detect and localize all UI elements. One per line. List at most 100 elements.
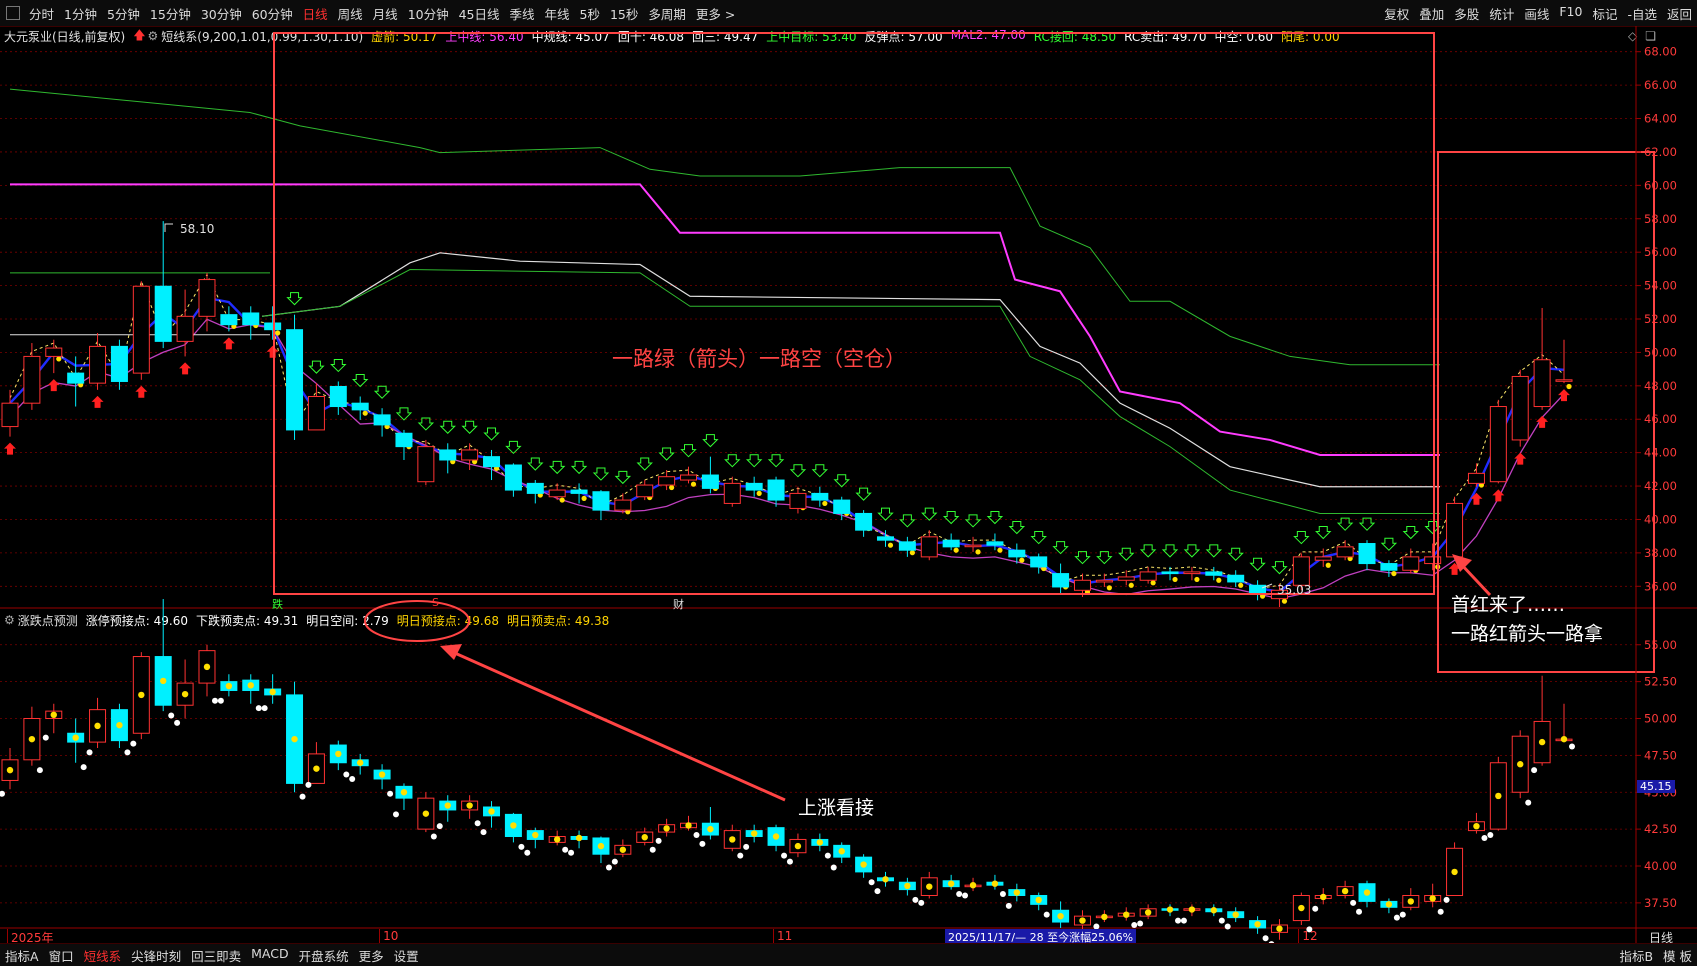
forecast-buy-dot: [619, 846, 627, 853]
sell-arrow-icon: [527, 457, 544, 471]
candle-body: [1511, 375, 1529, 441]
forecast-sell-dot: [1531, 767, 1538, 774]
candle-body: [811, 492, 829, 501]
forecast-sell-dot: [1218, 917, 1225, 924]
candle-body: [45, 347, 63, 357]
signal-dot: [997, 547, 1003, 553]
candle-body: [636, 484, 654, 498]
forecast-sell-dot: [299, 793, 306, 800]
buy-arrow-icon: [1536, 415, 1549, 428]
lower-band-line: [261, 269, 1440, 514]
bottom-tab-1[interactable]: 窗口: [44, 946, 79, 965]
bottom-tab-8[interactable]: 设置: [389, 946, 424, 965]
forecast-buy-dot: [1079, 917, 1086, 924]
candle-body: [176, 315, 194, 342]
signal-dot: [1325, 562, 1331, 568]
sub-candles: [0, 599, 1575, 943]
candle-body: [1489, 406, 1507, 483]
forecast-sell-dot: [261, 705, 268, 712]
candle-body: [132, 285, 150, 374]
candle-body: [154, 285, 172, 342]
axis-label: 37.50: [1644, 896, 1677, 910]
sell-arrow-icon: [702, 434, 719, 448]
axis-label: 50.00: [1644, 345, 1677, 359]
candle-body: [570, 489, 588, 494]
forecast-buy-dot: [575, 834, 583, 842]
sell-arrow-icon: [942, 510, 960, 525]
candle-body: [658, 476, 676, 486]
bottom-tab-2[interactable]: 短线系: [79, 946, 127, 965]
forecast-sell-dot: [42, 734, 49, 741]
candles: [1, 221, 1573, 607]
forecast-sell-dot: [430, 833, 437, 840]
sell-arrow-icon: [877, 507, 894, 521]
forecast-buy-dot: [1035, 896, 1042, 904]
candle-body: [789, 492, 807, 509]
bottom-right-item-1[interactable]: 模 板: [1658, 946, 1697, 965]
bottom-tab-3[interactable]: 尖锋时刻: [126, 946, 186, 965]
candle-body: [723, 482, 741, 504]
bottom-tab-5[interactable]: MACD: [246, 946, 293, 965]
signal-dot: [1019, 557, 1025, 563]
sell-arrow-icon: [286, 292, 303, 306]
candle-body: [1336, 546, 1354, 558]
forecast-buy-dot: [1123, 911, 1130, 918]
signal-dot: [1128, 582, 1134, 588]
bottom-tab-7[interactable]: 更多: [354, 946, 389, 965]
sell-arrow-icon: [855, 487, 872, 501]
forecast-sell-dot: [655, 837, 662, 844]
forecast-buy-dot: [1057, 912, 1064, 920]
forecast-sell-dot: [36, 767, 43, 774]
forecast-sell-dot: [699, 840, 706, 847]
forecast-sell-dot: [1443, 896, 1450, 903]
bottom-right-item-0[interactable]: 指标B: [1614, 946, 1658, 965]
candle-body: [504, 464, 522, 491]
sell-arrow-icon: [1293, 531, 1310, 545]
candle-body: [680, 474, 698, 481]
forecast-sell-dot: [1137, 920, 1144, 927]
forecast-sell-dot: [999, 891, 1006, 898]
forecast-buy-dot: [1188, 906, 1196, 913]
bottom-tab-0[interactable]: 指标A: [0, 946, 44, 965]
sell-arrow-icon: [1161, 544, 1179, 558]
candle-body: [1052, 573, 1070, 588]
forecast-sell-dot: [649, 846, 656, 853]
sell-arrow-icon: [767, 454, 785, 468]
axis-label: 68.00: [1644, 45, 1677, 59]
signal-dot: [690, 481, 697, 487]
forecast-buy-dot: [860, 861, 867, 868]
forecast-sell-dot: [1350, 899, 1357, 906]
forecast-sell-dot: [1437, 908, 1444, 915]
forecast-sell-dot: [80, 764, 87, 771]
current-price-tag: 45.15: [1637, 780, 1675, 793]
candle-body: [767, 479, 785, 501]
sell-arrow-icon: [351, 374, 369, 388]
candle-body: [395, 432, 413, 448]
forecast-buy-dot: [641, 834, 648, 841]
sell-arrow-icon: [308, 360, 325, 374]
sell-arrow-icon: [1249, 557, 1266, 571]
sell-arrow-icon: [745, 454, 763, 468]
forecast-sell-dot: [0, 790, 5, 797]
forecast-sell-dot: [962, 892, 969, 899]
bottom-tab-6[interactable]: 开盘系统: [294, 946, 354, 965]
forecast-sell-dot: [343, 771, 350, 778]
forecast-buy-dot: [553, 836, 561, 843]
axis-label: 40.00: [1644, 512, 1677, 526]
forecast-buy-dot: [1166, 906, 1174, 913]
forecast-sell-dot: [830, 864, 837, 871]
axis-label: 48.00: [1644, 379, 1677, 393]
forecast-buy-dot: [597, 842, 605, 850]
forecast-buy-dot: [94, 722, 101, 730]
signal-dot: [887, 542, 894, 548]
forecast-buy-dot: [947, 880, 955, 887]
bottom-tab-4[interactable]: 回三即卖: [186, 946, 246, 965]
sell-arrow-icon: [461, 420, 478, 434]
sell-arrow-icon: [1074, 551, 1091, 565]
candle-body: [986, 541, 1004, 546]
buy-arrow-icon: [91, 395, 104, 408]
forecast-buy-dot: [50, 711, 57, 719]
forecast-buy-dot: [685, 822, 692, 829]
forecast-sell-dot: [474, 820, 481, 827]
candle-body: [1205, 571, 1223, 576]
